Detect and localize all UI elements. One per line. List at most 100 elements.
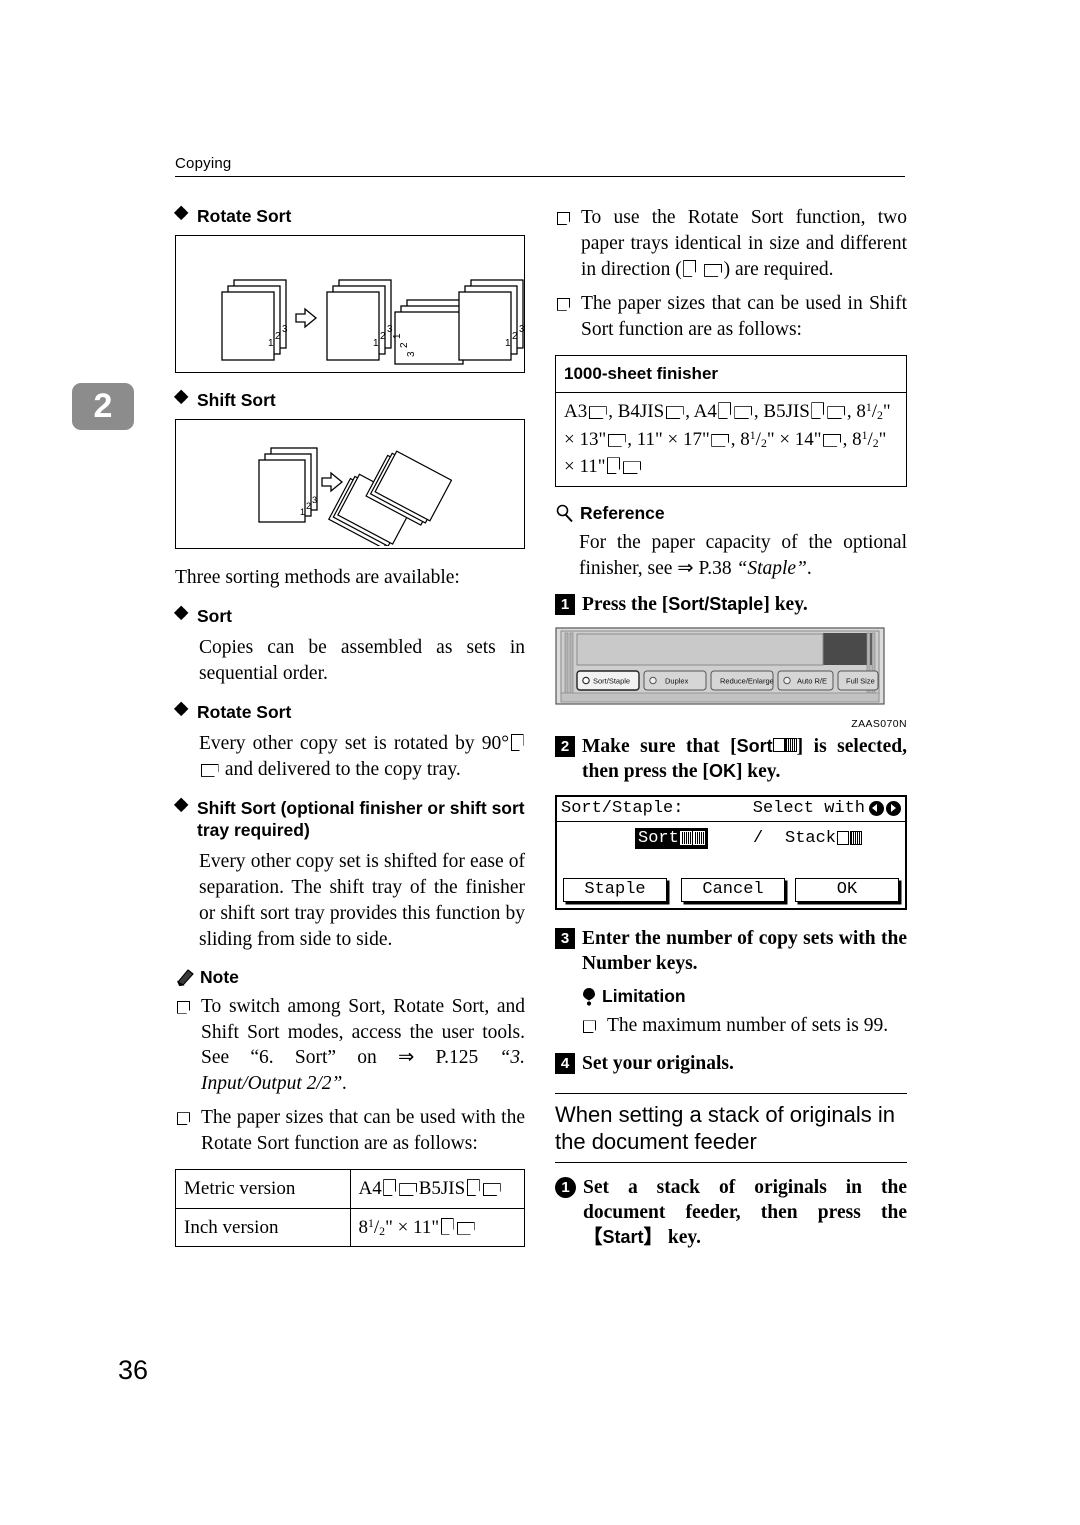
svg-text:Auto R/E: Auto R/E <box>797 677 827 686</box>
manual-page: Copying 2 36 Rotate Sort 1 2 3 1 2 3 1 2… <box>0 0 1080 1525</box>
svg-text:1: 1 <box>373 338 379 349</box>
diamond-bullet-icon <box>173 605 190 623</box>
size-b4jis: , B4JIS <box>608 401 665 423</box>
key-sort: Sort <box>736 736 773 757</box>
note-item-post: ) are required. <box>723 258 834 280</box>
landscape-paper-icon <box>607 433 626 447</box>
step-text-post: 】 key. <box>643 1227 701 1249</box>
step-number: 2 <box>555 736 575 758</box>
step-text-post: ] key. <box>763 593 808 615</box>
landscape-paper-icon <box>482 1183 501 1197</box>
step-text: Enter the number of copy sets with the N… <box>582 927 907 975</box>
size-b5jis: , B5JIS <box>753 401 810 423</box>
sort-paper-icon-a <box>679 831 692 846</box>
landscape-paper-icon <box>827 406 846 420</box>
size-14: " × 14" <box>766 428 822 450</box>
rotate-sort-size-table: Metric version A4 B5JIS Inch version 81/2… <box>175 1169 525 1248</box>
num-3: 1 <box>861 428 868 442</box>
landscape-paper-icon <box>711 433 730 447</box>
exclamation-icon <box>581 987 597 1007</box>
inch-value-cell: 81/2" × 11" <box>349 1207 525 1248</box>
subsection-title: When setting a stack of originals in the… <box>555 1101 895 1155</box>
step-number: 4 <box>555 1053 575 1075</box>
step-number: 1 <box>555 593 575 615</box>
finisher-size-table: 1000-sheet finisher A3 , B4JIS , A4 , B5JIS… <box>555 354 907 487</box>
landscape-paper-icon <box>665 406 684 420</box>
limitation-item: The maximum number of sets is 99. <box>581 1013 907 1039</box>
svg-text:3: 3 <box>519 324 524 335</box>
heading-text: Rotate Sort <box>197 701 292 722</box>
lcd-staple-button[interactable]: Staple <box>563 877 667 902</box>
svg-text:3: 3 <box>387 324 393 335</box>
note-list: To switch among Sort, Rotate Sort, and S… <box>175 994 525 1158</box>
inch-rest: " × 11" <box>385 1216 440 1238</box>
figure-rotate-sort: 1 2 3 1 2 3 1 2 3 1 2 3 <box>175 235 525 374</box>
svg-text:3: 3 <box>406 351 417 357</box>
size-11x17: , 11" × 17" <box>627 428 710 450</box>
svg-text:1: 1 <box>268 338 274 349</box>
svg-text:Duplex: Duplex <box>665 677 689 686</box>
lcd-stack-option[interactable]: Stack <box>785 829 863 848</box>
num-2: 1 <box>749 428 756 442</box>
table-row: Inch version 81/2" × 11" <box>175 1207 525 1248</box>
lcd-cancel-button[interactable]: Cancel <box>681 877 785 902</box>
control-panel-illustration: Sort/Staple Duplex Reduce/Enlarge Auto R… <box>555 627 885 705</box>
diamond-bullet-icon <box>173 205 190 223</box>
stack-paper-icon-b <box>850 831 863 846</box>
table-row: A3, B4JIS, A4, B5JIS, 81/2" × 13", 11" ×… <box>555 392 907 487</box>
landscape-paper-icon <box>200 763 219 777</box>
table-row: Metric version A4 B5JIS <box>175 1169 525 1209</box>
step-1: 1 Press the [Sort/Staple] key. <box>555 592 907 617</box>
portrait-paper-icon <box>811 402 825 420</box>
heading-text: Shift Sort (optional finisher or shift s… <box>197 797 525 840</box>
arrow-left-icon[interactable] <box>869 800 884 816</box>
lcd-sort-option[interactable]: Sort <box>635 827 708 849</box>
heading-rotate-sort: Rotate Sort <box>173 701 525 723</box>
subsection-step-1: 1 Set a stack of originals in the docume… <box>555 1175 907 1251</box>
landscape-paper-icon <box>588 406 607 420</box>
subsection-document-feeder: When setting a stack of originals in the… <box>555 1092 907 1251</box>
control-panel-figure: Sort/Staple Duplex Reduce/Enlarge Auto R… <box>555 627 907 730</box>
svg-text:2: 2 <box>380 331 386 342</box>
note-item-text: To switch among Sort, Rotate Sort, and S… <box>201 995 525 1069</box>
portrait-paper-icon <box>510 733 524 751</box>
arrow-buttons <box>869 800 901 816</box>
note-heading: Note <box>175 967 525 988</box>
heading-text: Shift Sort <box>197 390 276 411</box>
step-text: Press the [Sort/Staple] key. <box>582 592 907 617</box>
lcd-mode-row: Sort / Stack <box>557 822 905 878</box>
limitation-heading-text: Limitation <box>602 986 686 1007</box>
diamond-bullet-icon <box>173 701 190 719</box>
lcd-ok-button[interactable]: OK <box>795 877 899 902</box>
sort-paper-icon-b <box>692 831 705 846</box>
svg-text:2: 2 <box>399 342 410 348</box>
step-text: Set your originals. <box>582 1053 734 1075</box>
reference-body-post: . <box>806 557 812 579</box>
size-a3: A3 <box>564 401 588 423</box>
heading-shift-sort: Shift Sort (optional finisher or shift s… <box>173 797 525 841</box>
chapter-tab: 2 <box>72 383 134 430</box>
metric-b5: B5JIS <box>418 1178 466 1200</box>
limitation-heading: Limitation <box>581 986 907 1007</box>
inch-whole: 8 <box>358 1216 369 1238</box>
step-text-pre: Press the [ <box>582 593 669 615</box>
sort-description: Copies can be assembled as sets in seque… <box>199 637 525 684</box>
svg-text:1: 1 <box>505 338 511 349</box>
limitation-block: Limitation The maximum number of sets is… <box>555 986 907 1039</box>
header-rule <box>175 176 905 177</box>
subsection-rule-top <box>555 1092 907 1094</box>
limitation-list: The maximum number of sets is 99. <box>581 1013 907 1039</box>
lcd-separator: / <box>753 828 764 848</box>
landscape-paper-icon <box>623 461 642 475</box>
magnifier-icon <box>555 504 575 523</box>
note-item: The paper sizes that can be used with th… <box>175 1105 525 1157</box>
key-ok: OK <box>708 761 736 782</box>
step-3: 3 Enter the number of copy sets with the… <box>555 926 907 977</box>
figure-shift-sort: 1 2 3 <box>175 419 525 550</box>
step-number-circle: 1 <box>555 1176 576 1198</box>
arrow-right-icon[interactable] <box>886 800 901 816</box>
reference-body-italic: “Staple” <box>736 557 807 579</box>
heading-text: Rotate Sort <box>197 206 292 226</box>
metric-value-cell: A4 B5JIS <box>349 1169 525 1209</box>
lcd-sort-label: Sort <box>638 828 679 848</box>
